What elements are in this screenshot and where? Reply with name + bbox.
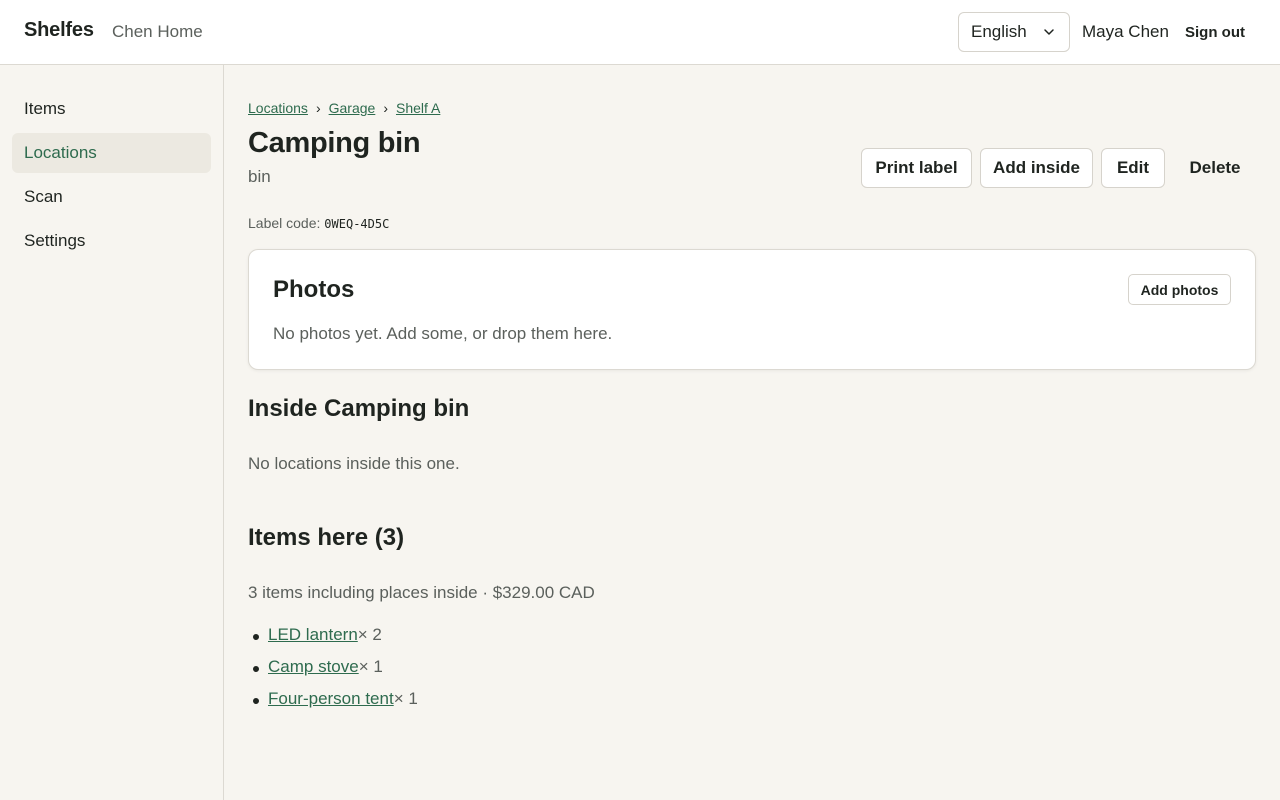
list-item: LED lantern× 2 (248, 625, 418, 657)
breadcrumb-link-garage[interactable]: Garage (329, 100, 376, 116)
add-inside-button[interactable]: Add inside (980, 148, 1093, 188)
sidebar-item-settings[interactable]: Settings (12, 221, 211, 261)
chevron-down-icon (1044, 29, 1054, 35)
language-select-value: English (971, 22, 1027, 41)
sidebar: Items Locations Scan Settings (0, 65, 224, 800)
sidebar-item-scan[interactable]: Scan (12, 177, 211, 217)
photos-empty-text: No photos yet. Add some, or drop them he… (273, 324, 613, 343)
breadcrumb: Locations › Garage › Shelf A (248, 100, 440, 116)
items-section-title: Items here (3) (248, 524, 405, 551)
breadcrumb-link-shelf-a[interactable]: Shelf A (396, 100, 440, 116)
inside-empty-text: No locations inside this one. (248, 454, 460, 473)
item-quantity: × 1 (393, 689, 418, 708)
item-link[interactable]: LED lantern (268, 625, 358, 644)
add-photos-button[interactable]: Add photos (1128, 274, 1231, 305)
list-item: Camp stove× 1 (248, 657, 418, 689)
photos-card[interactable]: Photos Add photos No photos yet. Add som… (248, 249, 1256, 370)
language-select[interactable]: English (958, 12, 1070, 52)
sidebar-item-items[interactable]: Items (12, 89, 211, 129)
breadcrumb-link-locations[interactable]: Locations (248, 100, 308, 116)
list-item: Four-person tent× 1 (248, 689, 418, 721)
breadcrumb-separator: › (315, 100, 321, 116)
inside-section-title: Inside Camping bin (248, 395, 470, 422)
breadcrumb-separator: › (383, 100, 388, 116)
item-link[interactable]: Four-person tent (268, 689, 394, 708)
item-link[interactable]: Camp stove (268, 657, 359, 676)
photos-title: Photos (273, 276, 355, 303)
brand-logo[interactable]: Shelfes (24, 19, 94, 42)
print-label-button[interactable]: Print label (861, 148, 972, 188)
item-quantity: × 2 (357, 625, 382, 644)
item-quantity: × 1 (358, 657, 383, 676)
location-kind: bin (248, 167, 271, 186)
household-name: Chen Home (112, 22, 203, 41)
sign-out-button[interactable]: Sign out (1176, 14, 1254, 50)
page-title: Camping bin (248, 127, 421, 159)
sidebar-item-locations[interactable]: Locations (12, 133, 211, 173)
main-content: Locations › Garage › Shelf A Camping bin bin… (224, 65, 1280, 800)
delete-button[interactable]: Delete (1174, 148, 1256, 188)
top-bar: Shelfes Chen Home English Maya Chen Sign… (0, 0, 1280, 65)
items-list: LED lantern× 2 Camp stove× 1 Four-person… (248, 625, 418, 721)
label-code-prefix: Label code: (248, 215, 321, 231)
label-code-value: 0WEQ-4D5C (324, 217, 390, 231)
edit-button[interactable]: Edit (1101, 148, 1165, 188)
items-summary: 3 items including places inside · $329.0… (248, 583, 595, 602)
label-code: Label code: 0WEQ-4D5C (248, 215, 389, 231)
user-name: Maya Chen (1082, 22, 1169, 41)
